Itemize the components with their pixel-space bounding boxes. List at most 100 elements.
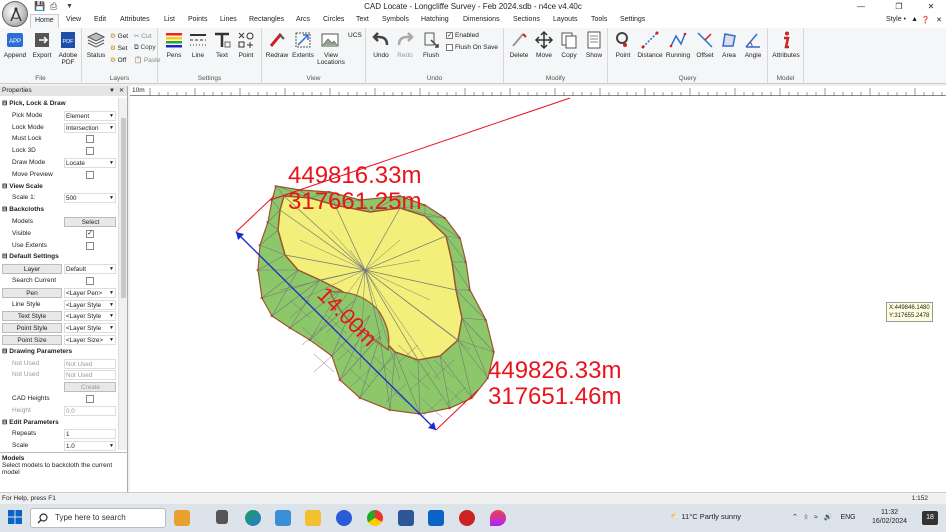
dropdown-arrow-icon[interactable]: ▼ bbox=[109, 301, 114, 309]
section-header[interactable]: ⊟ Pick, Lock & Draw bbox=[0, 98, 118, 110]
property-dropdown[interactable]: <Layer Style ▼ bbox=[64, 323, 116, 334]
move-button[interactable]: Move bbox=[531, 30, 557, 59]
property-dropdown[interactable]: 1.0 ▼ bbox=[64, 441, 116, 452]
property-value[interactable]: 1 bbox=[64, 429, 116, 440]
attributes-button[interactable]: Attributes bbox=[770, 30, 802, 59]
flush-on-save-checkbox[interactable]: Flush On Save bbox=[446, 44, 498, 51]
property-dropdown[interactable]: <Layer Pen> ▼ bbox=[64, 287, 116, 298]
property-dropdown[interactable]: <Layer Style ▼ bbox=[64, 299, 116, 310]
property-key[interactable]: Layer bbox=[2, 264, 62, 275]
tab-home[interactable]: Home bbox=[30, 14, 59, 28]
property-dropdown[interactable]: Locate ▼ bbox=[64, 157, 116, 168]
property-checkbox[interactable] bbox=[86, 241, 94, 250]
tab-view[interactable]: View bbox=[66, 16, 81, 23]
help-icon[interactable]: ❓ bbox=[921, 16, 930, 24]
property-dropdown[interactable]: Element ▼ bbox=[64, 110, 116, 121]
panel-scrollbar[interactable] bbox=[118, 98, 127, 450]
undo-button[interactable]: Undo bbox=[368, 30, 394, 59]
word-icon[interactable] bbox=[398, 510, 414, 526]
dropdown-arrow-icon[interactable]: ▼ bbox=[109, 442, 114, 450]
tab-settings[interactable]: Settings bbox=[620, 16, 645, 23]
ribbon-collapse-icon[interactable]: ▲ bbox=[911, 16, 918, 23]
offset-button[interactable]: Offset bbox=[692, 30, 718, 59]
tab-sections[interactable]: Sections bbox=[513, 16, 540, 23]
property-dropdown[interactable]: <Layer Size> ▼ bbox=[64, 334, 116, 345]
tab-edit[interactable]: Edit bbox=[94, 16, 106, 23]
panel-close-icon[interactable]: ✕ bbox=[119, 86, 124, 96]
dropdown-arrow-icon[interactable]: ▼ bbox=[109, 265, 114, 273]
layer-off-button[interactable]: ⚙ Off bbox=[110, 56, 126, 64]
tab-rectangles[interactable]: Rectangles bbox=[249, 16, 284, 23]
zoom-icon[interactable] bbox=[336, 510, 352, 526]
property-dropdown[interactable]: Intersection ▼ bbox=[64, 122, 116, 133]
property-key[interactable]: Point Size bbox=[2, 334, 62, 345]
style-menu[interactable]: Style • bbox=[886, 16, 906, 23]
edge-browser-icon[interactable] bbox=[245, 510, 261, 526]
section-header[interactable]: ⊟ Default Settings bbox=[0, 251, 118, 264]
outlook-icon[interactable] bbox=[428, 510, 444, 526]
tab-arcs[interactable]: Arcs bbox=[296, 16, 310, 23]
property-dropdown[interactable]: <Layer Style ▼ bbox=[64, 311, 116, 322]
layer-set-button[interactable]: ⚙ Set bbox=[110, 44, 127, 52]
print-icon[interactable]: ⎙ bbox=[50, 1, 57, 12]
view-locations-button[interactable]: View Locations bbox=[316, 30, 345, 66]
tab-hatching[interactable]: Hatching bbox=[421, 16, 449, 23]
property-checkbox[interactable] bbox=[86, 135, 94, 144]
dropdown-arrow-icon[interactable]: ▼ bbox=[109, 112, 114, 120]
quick-access-dropdown-icon[interactable]: ▼ bbox=[66, 3, 73, 10]
chrome-icon[interactable] bbox=[367, 510, 383, 526]
tab-layouts[interactable]: Layouts bbox=[553, 16, 578, 23]
taskbar-search-input[interactable]: Type here to search bbox=[30, 508, 166, 528]
tab-symbols[interactable]: Symbols bbox=[382, 16, 409, 23]
section-header[interactable]: ⊟ Drawing Parameters bbox=[0, 345, 118, 358]
clock[interactable]: 11:32 16/02/2024 bbox=[872, 508, 907, 526]
wifi-icon[interactable]: ≈ bbox=[814, 514, 818, 521]
adobe-pdf-button[interactable]: PDF Adobe PDF bbox=[55, 30, 81, 66]
dropdown-arrow-icon[interactable]: ▼ bbox=[109, 289, 114, 297]
dropdown-arrow-icon[interactable]: ▼ bbox=[109, 312, 114, 320]
dropdown-arrow-icon[interactable]: ▼ bbox=[109, 336, 114, 344]
property-checkbox[interactable] bbox=[86, 147, 94, 156]
task-view-icon[interactable] bbox=[216, 510, 228, 524]
bluetooth-icon[interactable]: ᛟ bbox=[804, 514, 808, 521]
n4ce-taskbar-icon[interactable] bbox=[459, 510, 475, 526]
dropdown-arrow-icon[interactable]: ▼ bbox=[109, 124, 114, 132]
pens-button[interactable]: Pens bbox=[162, 30, 186, 59]
dropdown-arrow-icon[interactable]: ▼ bbox=[109, 324, 114, 332]
point-style-button[interactable]: Point bbox=[234, 30, 258, 59]
tab-text[interactable]: Text bbox=[356, 16, 369, 23]
running-button[interactable]: Running bbox=[664, 30, 692, 59]
property-checkbox[interactable]: ✓ bbox=[86, 229, 94, 238]
tab-lines[interactable]: Lines bbox=[220, 16, 237, 23]
property-checkbox[interactable] bbox=[86, 276, 94, 285]
area-button[interactable]: Area bbox=[716, 30, 742, 59]
layer-cut-button[interactable]: ✂ Cut bbox=[134, 32, 151, 40]
property-dropdown[interactable]: 500 ▼ bbox=[64, 193, 116, 204]
save-icon[interactable]: 💾 bbox=[34, 1, 45, 12]
tab-attributes[interactable]: Attributes bbox=[120, 16, 150, 23]
tab-tools[interactable]: Tools bbox=[591, 16, 607, 23]
volume-icon[interactable]: 🔊 bbox=[824, 514, 833, 521]
status-button[interactable]: Status bbox=[84, 30, 108, 59]
section-header[interactable]: ⊟ Edit Parameters bbox=[0, 416, 118, 429]
weather-widget[interactable]: ⛅ 11°C Partly sunny bbox=[670, 512, 741, 521]
property-key[interactable]: Pen bbox=[2, 287, 62, 298]
text-style-button[interactable]: Text bbox=[210, 30, 234, 59]
paint-app-icon[interactable] bbox=[490, 510, 506, 526]
show-button[interactable]: Show bbox=[581, 30, 607, 59]
redo-button[interactable]: Redo bbox=[392, 30, 418, 59]
undo-enabled-checkbox[interactable]: ✓ Enabled bbox=[446, 32, 479, 39]
property-checkbox[interactable] bbox=[86, 394, 94, 403]
append-button[interactable]: APP Append bbox=[2, 30, 28, 59]
ucs-button[interactable]: UCS bbox=[348, 32, 362, 39]
dropdown-arrow-icon[interactable]: ▼ bbox=[109, 194, 114, 202]
windows-start-icon[interactable] bbox=[8, 510, 22, 524]
export-button[interactable]: Export bbox=[29, 30, 55, 59]
close-button[interactable]: ✕ bbox=[916, 0, 946, 14]
panel-pin-icon[interactable]: ▼ bbox=[109, 86, 115, 96]
property-key[interactable]: Text Style bbox=[2, 311, 62, 322]
property-dropdown[interactable]: Default ▼ bbox=[64, 264, 116, 275]
section-header[interactable]: ⊟ View Scale bbox=[0, 180, 118, 193]
drawing-canvas[interactable]: × × × × × × × × × × × × × × × × × × × × × × × × × × × × 449816.33m … bbox=[130, 96, 946, 492]
copy-button[interactable]: Copy bbox=[556, 30, 582, 59]
